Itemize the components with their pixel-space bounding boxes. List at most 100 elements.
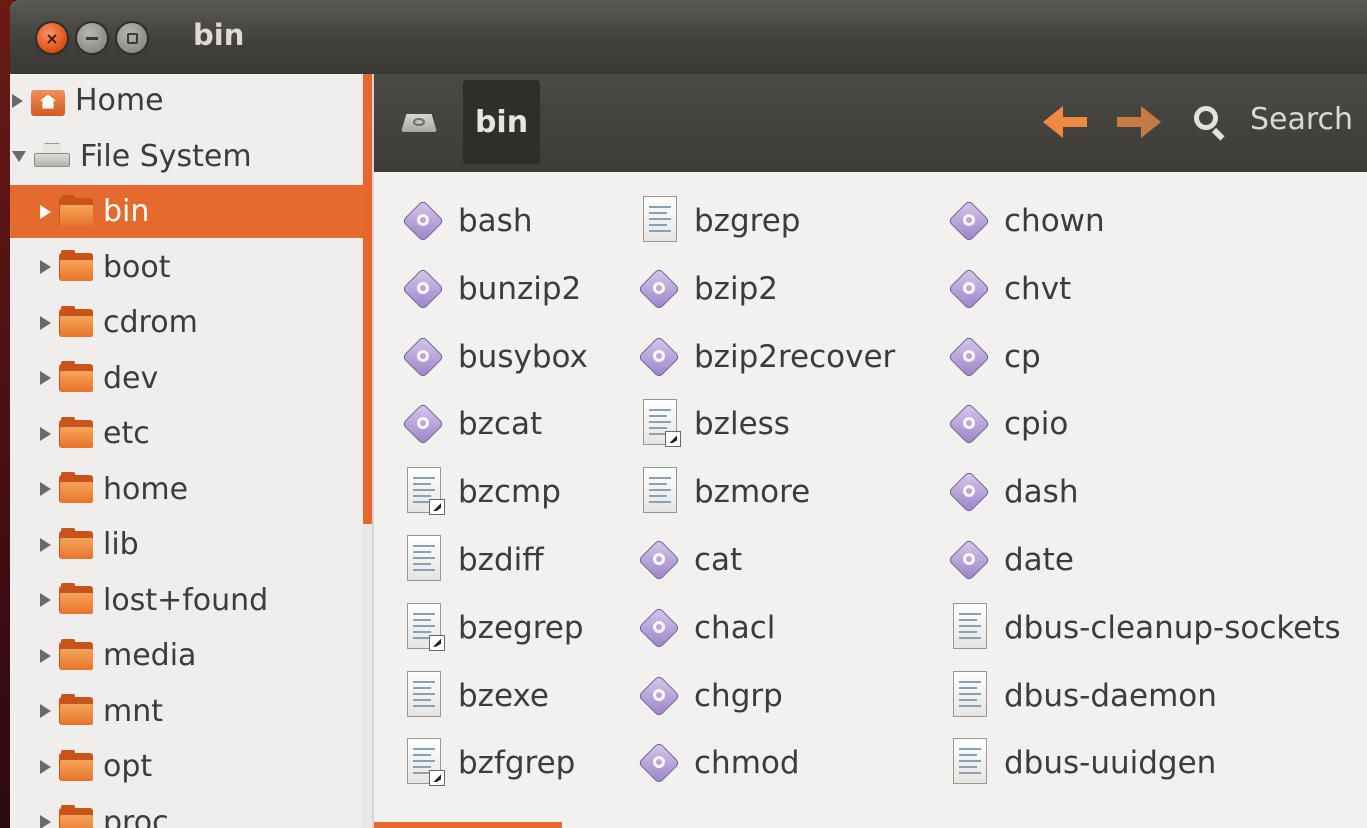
file-item-bunzip2[interactable]: bunzip2: [401, 258, 581, 320]
folder-icon: [59, 583, 93, 614]
file-item-chown[interactable]: chown: [947, 190, 1105, 252]
sidebar-item-cdrom[interactable]: cdrom: [10, 296, 363, 349]
sidebar-item-home[interactable]: Home: [10, 74, 363, 127]
expander-closed-icon[interactable]: [40, 482, 51, 496]
sidebar-item-media[interactable]: media: [10, 629, 363, 682]
sidebar-item-label: lost+found: [103, 582, 269, 618]
sidebar-item-lib[interactable]: lib: [10, 518, 363, 571]
file-item-bzmore[interactable]: bzmore: [637, 461, 810, 523]
file-item-bzless[interactable]: bzless: [637, 393, 790, 455]
file-item-bzdiff[interactable]: bzdiff: [401, 529, 544, 591]
sidebar-item-label: Home: [75, 83, 164, 118]
file-item-bzip2recover[interactable]: bzip2recover: [637, 326, 895, 388]
file-item-chmod[interactable]: chmod: [637, 732, 800, 794]
maximize-window-button[interactable]: [117, 23, 147, 53]
breadcrumb-current-button[interactable]: bin: [463, 80, 540, 164]
file-item-dbus-cleanup-sockets[interactable]: dbus-cleanup-sockets: [947, 597, 1341, 659]
expander-closed-icon[interactable]: [40, 371, 51, 385]
expander-closed-icon[interactable]: [40, 537, 51, 552]
folder-icon: [59, 527, 93, 559]
sidebar-item-opt[interactable]: opt: [10, 740, 363, 793]
sidebar-item-label: boot: [103, 249, 171, 285]
expander-closed-icon[interactable]: [40, 260, 51, 274]
file-name-label: dbus-daemon: [1004, 677, 1217, 714]
file-name-label: busybox: [458, 338, 588, 375]
executable-icon: [637, 538, 681, 582]
search-button-label[interactable]: Search: [1250, 102, 1353, 137]
breadcrumb-root-drive-button[interactable]: [401, 108, 437, 134]
window-title: bin: [193, 18, 245, 52]
folder-icon: [59, 472, 93, 503]
file-item-bzfgrep[interactable]: bzfgrep: [401, 732, 575, 794]
back-button[interactable]: [1043, 104, 1089, 140]
expander-closed-icon[interactable]: [40, 815, 51, 828]
file-name-label: dbus-cleanup-sockets: [1004, 609, 1341, 646]
file-name-label: cp: [1004, 338, 1041, 375]
sidebar-item-dev[interactable]: dev: [10, 352, 363, 405]
close-window-button[interactable]: ×: [37, 23, 67, 53]
sidebar-tree: Home File System bin boot cdrom dev etc home lib…: [10, 74, 363, 828]
content-scroll-indicator: [374, 822, 562, 828]
file-name-label: bash: [458, 203, 533, 239]
sidebar-item-home[interactable]: home: [10, 463, 363, 516]
sidebar-item-etc[interactable]: etc: [10, 407, 363, 460]
search-icon[interactable]: [1192, 104, 1232, 144]
file-item-bzcmp[interactable]: bzcmp: [401, 461, 561, 523]
sidebar-item-label: dev: [103, 360, 159, 396]
file-item-bash[interactable]: bash: [401, 190, 532, 252]
file-item-bzegrep[interactable]: bzegrep: [401, 597, 584, 659]
file-item-bzexe[interactable]: bzexe: [401, 665, 549, 727]
sidebar-item-label: lib: [103, 527, 139, 562]
file-name-label: bzmore: [694, 474, 811, 511]
expander-closed-icon[interactable]: [12, 93, 23, 108]
sidebar-item-label: etc: [103, 416, 150, 451]
executable-icon: [401, 199, 445, 243]
text-file-icon: [637, 465, 681, 519]
file-item-dbus-uuidgen[interactable]: dbus-uuidgen: [947, 732, 1216, 794]
expander-closed-icon[interactable]: [40, 704, 51, 718]
folder-icon: [59, 250, 93, 281]
sidebar-item-boot[interactable]: boot: [10, 241, 363, 294]
sidebar-item-bin[interactable]: bin: [10, 185, 363, 238]
file-item-date[interactable]: date: [947, 529, 1074, 591]
file-name-label: bunzip2: [458, 270, 582, 307]
text-file-icon: [401, 669, 445, 723]
sidebar-item-lost-found[interactable]: lost+found: [10, 574, 363, 627]
expander-closed-icon[interactable]: [40, 648, 51, 663]
executable-icon: [637, 606, 681, 650]
folder-icon: [59, 694, 93, 725]
file-item-chacl[interactable]: chacl: [637, 597, 775, 659]
expander-closed-icon[interactable]: [40, 426, 51, 441]
file-item-bzip2[interactable]: bzip2: [637, 258, 778, 320]
title-bar[interactable]: × bin: [10, 0, 1367, 74]
file-name-label: chacl: [694, 609, 776, 646]
file-item-chvt[interactable]: chvt: [947, 258, 1071, 320]
minimize-window-button[interactable]: [77, 23, 107, 53]
text-file-icon: [947, 736, 991, 790]
file-item-dbus-daemon[interactable]: dbus-daemon: [947, 665, 1217, 727]
file-item-cat[interactable]: cat: [637, 529, 742, 591]
sidebar-item-proc[interactable]: proc: [10, 796, 363, 828]
expander-closed-icon[interactable]: [40, 759, 51, 774]
expander-open-icon[interactable]: [12, 150, 26, 162]
expander-closed-icon[interactable]: [40, 204, 51, 219]
executable-icon: [637, 674, 681, 718]
sidebar-item-file-system[interactable]: File System: [10, 130, 363, 183]
executable-icon: [947, 402, 991, 446]
file-item-chgrp[interactable]: chgrp: [637, 665, 783, 727]
sidebar-scrollbar-thumb[interactable]: [363, 74, 372, 524]
expander-closed-icon[interactable]: [40, 315, 51, 330]
file-icon-view[interactable]: bash bunzip2 busybox bzcat bzcmp bzdiff bzegre…: [374, 172, 1367, 828]
file-item-busybox[interactable]: busybox: [401, 326, 588, 388]
file-item-bzgrep[interactable]: bzgrep: [637, 190, 800, 252]
forward-button[interactable]: [1115, 104, 1161, 140]
file-item-bzcat[interactable]: bzcat: [401, 393, 542, 455]
file-item-cpio[interactable]: cpio: [947, 393, 1068, 455]
file-item-cp[interactable]: cp: [947, 326, 1041, 388]
file-name-label: cat: [694, 542, 743, 578]
text-file-link-icon: [401, 601, 445, 655]
expander-closed-icon[interactable]: [40, 593, 51, 607]
sidebar-item-mnt[interactable]: mnt: [10, 685, 363, 738]
text-file-icon: [947, 669, 991, 723]
file-item-dash[interactable]: dash: [947, 461, 1078, 523]
